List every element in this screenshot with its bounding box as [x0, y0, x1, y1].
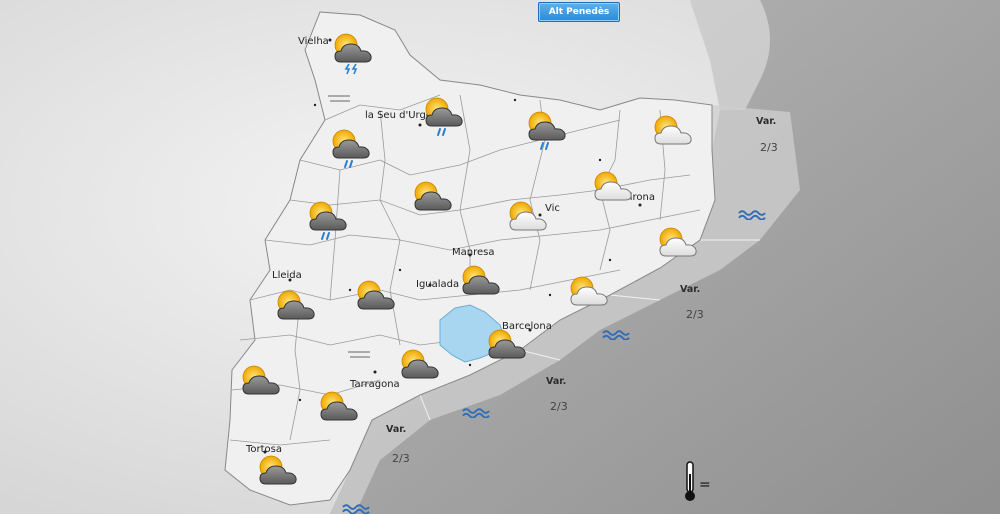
sea-value-central: 2/3	[686, 308, 704, 321]
weather-map: Vielha la Seu d'Urgell Vic Girona Manres…	[0, 0, 1000, 514]
sea-label-central: Var.	[680, 284, 700, 295]
sea-label-north: Var.	[756, 116, 776, 127]
city-label-barcelona: Barcelona	[502, 321, 552, 332]
sea-value-south: 2/3	[550, 400, 568, 413]
city-label-igualada: Igualada	[416, 279, 459, 290]
sea-value-north: 2/3	[760, 141, 778, 154]
sea-label-ebre: Var.	[386, 424, 406, 435]
region-button-label: Alt Penedès	[548, 7, 610, 17]
thermometer-legend[interactable]: =	[684, 460, 714, 504]
city-label-vielha: Vielha	[298, 36, 329, 47]
city-label-vic: Vic	[545, 203, 560, 214]
city-label-lleida: Lleida	[272, 270, 302, 281]
city-label-tarragona: Tarragona	[349, 379, 400, 390]
sea-value-ebre: 2/3	[392, 452, 410, 465]
city-label-tortosa: Tortosa	[245, 444, 282, 455]
sea-label-south: Var.	[546, 376, 566, 387]
thermometer-equal-symbol: =	[699, 477, 711, 493]
city-label-manresa: Manresa	[452, 247, 494, 258]
region-button[interactable]: Alt Penedès	[538, 2, 620, 22]
